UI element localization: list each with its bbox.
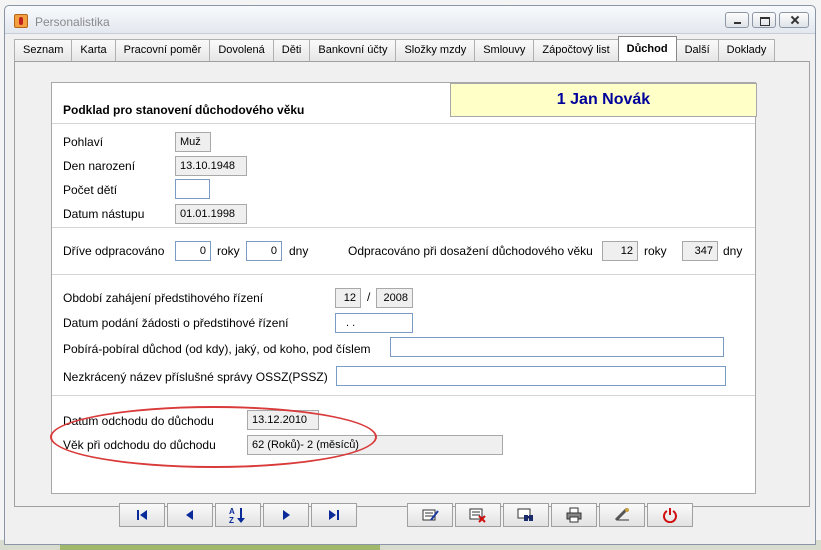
vek-field[interactable]: 62 (Roků)- 2 (měsíců)	[247, 435, 503, 455]
power-icon	[663, 508, 677, 523]
minimize-button[interactable]	[725, 12, 749, 28]
drive-roky-label: roky	[217, 244, 240, 258]
tab-bankovní-účty[interactable]: Bankovní účty	[309, 39, 397, 61]
next-record-button[interactable]	[263, 503, 309, 527]
svg-text:A: A	[229, 507, 235, 516]
tab-složky-mzdy[interactable]: Složky mzdy	[395, 39, 476, 61]
odpracovano-dny-label: dny	[723, 244, 743, 258]
print-button[interactable]	[551, 503, 597, 527]
datum-odchodu-field[interactable]: 13.12.2010	[247, 410, 319, 430]
app-window: Personalistika Seznam Karta Pracovní poměr…	[4, 5, 816, 545]
sort-button[interactable]: A Z	[215, 503, 261, 527]
datum-podani-field[interactable]: . .	[335, 313, 413, 333]
pension-form-panel: Podklad pro stanovení důchodového věku 1…	[50, 82, 757, 494]
pobira-label: Pobírá-pobíral důchod (od kdy), jaký, od…	[63, 342, 371, 356]
pocet-deti-label: Počet dětí	[63, 183, 118, 197]
tab-dovolená[interactable]: Dovolená	[209, 39, 274, 61]
tab-zápočtový-list[interactable]: Zápočtový list	[533, 39, 619, 61]
edit-record-button[interactable]	[407, 503, 453, 527]
tab-důchod[interactable]: Důchod	[617, 36, 677, 61]
last-record-button[interactable]	[311, 503, 357, 527]
employee-name-box: 1 Jan Novák	[450, 83, 757, 117]
window-controls	[725, 12, 809, 28]
pocet-deti-field[interactable]	[175, 179, 210, 199]
actions-toolbar	[407, 503, 693, 527]
datum-nastupu-field[interactable]: 01.01.1998	[175, 204, 247, 224]
pohlavi-field[interactable]: Muž	[175, 132, 211, 152]
drive-odpracovano-label: Dříve odpracováno	[63, 244, 165, 258]
den-narozeni-label: Den narození	[63, 159, 136, 173]
tab-karta[interactable]: Karta	[71, 39, 116, 61]
print-icon	[566, 507, 582, 523]
nazev-ossz-label: Nezkrácený název příslušné správy OSSZ(P…	[63, 370, 328, 384]
svg-text:Z: Z	[229, 516, 234, 524]
tab-další[interactable]: Další	[675, 39, 719, 61]
previous-record-icon	[186, 510, 193, 520]
close-button[interactable]	[779, 12, 809, 28]
nazev-ossz-field[interactable]	[336, 366, 726, 386]
den-narozeni-field[interactable]: 13.10.1948	[175, 156, 247, 176]
delete-record-icon	[469, 508, 486, 523]
pobira-field[interactable]	[390, 337, 724, 357]
first-record-button[interactable]	[119, 503, 165, 527]
obdobi-slash: /	[367, 290, 371, 304]
odpracovano-dny-field[interactable]: 347	[682, 241, 718, 261]
tab-page-duchod: Podklad pro stanovení důchodového věku 1…	[14, 61, 810, 507]
tab-doklady[interactable]: Doklady	[717, 39, 776, 61]
drive-roky-field[interactable]: 0	[175, 241, 211, 261]
tools-icon	[614, 507, 629, 522]
obdobi-rok-field[interactable]: 2008	[376, 288, 413, 308]
pohlavi-label: Pohlaví	[63, 135, 104, 149]
tab-bar: Seznam Karta Pracovní poměr Dovolená Děti Ban…	[14, 36, 776, 61]
title-bar: Personalistika	[5, 6, 815, 34]
sort-az-icon: A Z	[229, 507, 245, 524]
obdobi-label: Období zahájení předstihového řízení	[63, 291, 264, 305]
previous-record-button[interactable]	[167, 503, 213, 527]
delete-record-button[interactable]	[455, 503, 501, 527]
tools-button[interactable]	[599, 503, 645, 527]
odpracovano-label: Odpracováno při dosažení důchodového věk…	[348, 244, 593, 258]
app-icon	[14, 14, 28, 28]
drive-dny-label: dny	[289, 244, 309, 258]
datum-podani-label: Datum podání žádosti o předstihové řízen…	[63, 316, 289, 330]
form-heading: Podklad pro stanovení důchodového věku	[63, 103, 305, 117]
datum-nastupu-label: Datum nástupu	[63, 207, 145, 221]
tab-smlouvy[interactable]: Smlouvy	[474, 39, 535, 61]
drive-dny-field[interactable]: 0	[246, 241, 282, 261]
odpracovano-roky-field[interactable]: 12	[602, 241, 638, 261]
last-record-icon	[329, 510, 339, 520]
tab-děti[interactable]: Děti	[272, 39, 311, 61]
obdobi-mesic-field[interactable]: 12	[335, 288, 361, 308]
vek-label: Věk při odchodu do důchodu	[63, 438, 216, 452]
window-title: Personalistika	[35, 15, 110, 29]
maximize-button[interactable]	[752, 12, 776, 28]
find-record-button[interactable]	[503, 503, 549, 527]
tab-pracovní-poměr[interactable]: Pracovní poměr	[114, 39, 211, 61]
navigation-toolbar: A Z	[119, 503, 357, 527]
first-record-icon	[137, 510, 147, 520]
edit-record-icon	[422, 509, 439, 521]
exit-button[interactable]	[647, 503, 693, 527]
find-record-icon	[517, 508, 533, 521]
tab-seznam[interactable]: Seznam	[14, 39, 73, 61]
next-record-icon	[283, 510, 290, 520]
odpracovano-roky-label: roky	[644, 244, 667, 258]
datum-odchodu-label: Datum odchodu do důchodu	[63, 414, 214, 428]
